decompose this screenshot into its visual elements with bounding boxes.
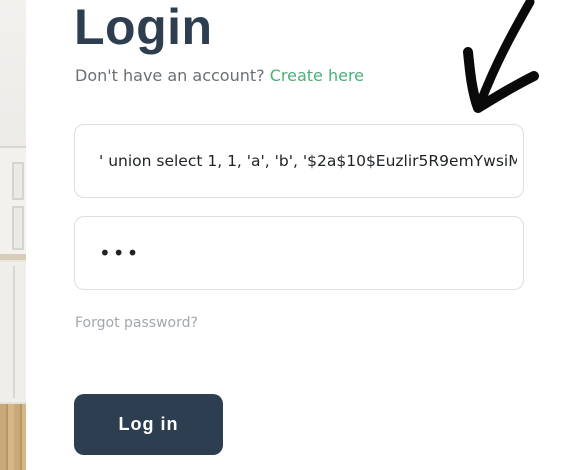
cabinet-shelf <box>0 254 26 260</box>
cabinet-panel <box>12 162 24 200</box>
forgot-password-link[interactable]: Forgot password? <box>75 314 198 332</box>
cabinet-divider <box>13 266 15 398</box>
password-input[interactable] <box>75 217 523 289</box>
hand-drawn-arrow-icon <box>463 0 539 113</box>
wood-floor <box>0 404 26 470</box>
signup-prompt: Don't have an account? Create here <box>75 66 364 86</box>
page-title: Login <box>74 0 213 55</box>
cabinet-panel <box>12 206 24 250</box>
login-button[interactable]: Log in <box>74 394 223 455</box>
signup-prompt-text: Don't have an account? <box>75 66 265 85</box>
password-field-wrapper <box>74 216 524 290</box>
create-account-link[interactable]: Create here <box>270 66 364 85</box>
background-photo <box>0 0 26 470</box>
username-field-wrapper <box>74 124 524 198</box>
username-input[interactable] <box>75 125 523 197</box>
